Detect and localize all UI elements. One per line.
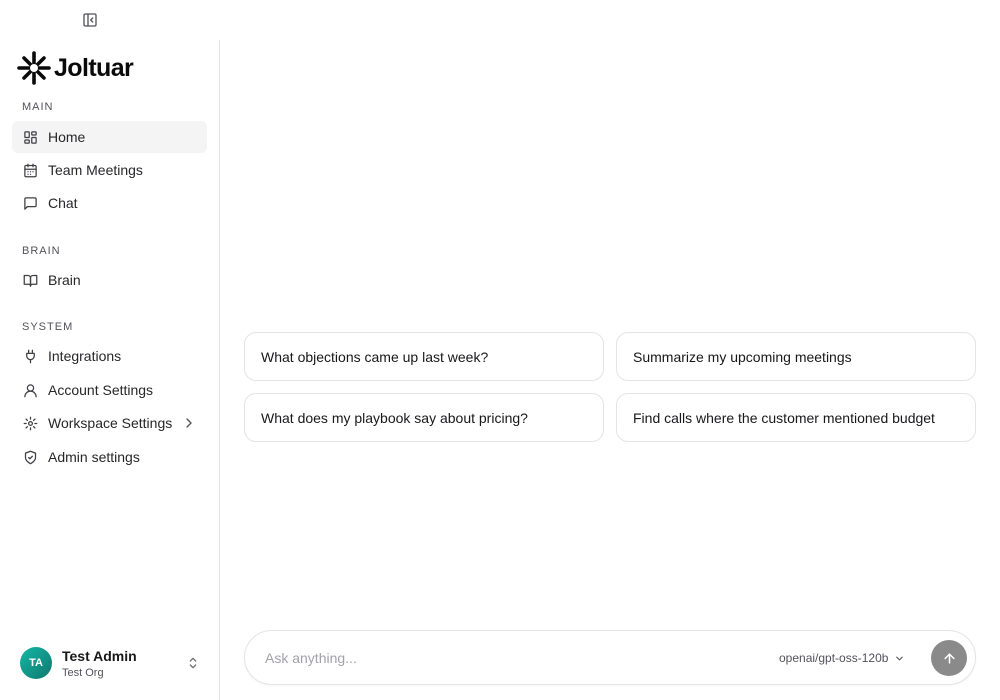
arrow-up-icon: [943, 652, 955, 664]
suggestion-card[interactable]: What objections came up last week?: [244, 332, 604, 381]
sidebar-item-label: Admin settings: [48, 449, 140, 465]
model-selector[interactable]: openai/gpt-oss-120b: [779, 649, 905, 667]
chevron-right-icon: [186, 418, 192, 428]
plug-icon: [22, 348, 38, 364]
user-name: Test Admin: [62, 647, 137, 664]
collapse-sidebar-button[interactable]: [80, 10, 100, 30]
message-square-icon: [22, 195, 38, 211]
sidebar-item-label: Brain: [48, 272, 81, 288]
sidebar-item-brain[interactable]: Brain: [12, 264, 207, 296]
sidebar-item-label: Account Settings: [48, 382, 154, 398]
sidebar-item-label: Integrations: [48, 348, 122, 364]
avatar: TA: [20, 647, 52, 679]
sidebar-item-integrations[interactable]: Integrations: [12, 340, 207, 372]
sidebar-item-admin-settings[interactable]: Admin settings: [12, 441, 207, 473]
sidebar-item-team-meetings[interactable]: Team Meetings: [12, 154, 207, 186]
sidebar-item-label: Home: [48, 129, 86, 145]
chevron-down-icon: [896, 656, 904, 660]
user-info: Test Admin Test Org: [62, 648, 137, 679]
section-label-brain: BRAIN: [22, 245, 61, 257]
sidebar: Joltuar MAIN Home Team Meetings Chat BRA…: [0, 40, 220, 700]
user-icon: [22, 382, 38, 398]
book-open-icon: [22, 272, 38, 288]
chevrons-up-down-icon: [189, 657, 197, 669]
gear-icon: [22, 415, 38, 431]
user-menu[interactable]: TA Test Admin Test Org: [12, 640, 207, 686]
logo-text: Joltuar: [54, 53, 134, 82]
sidebar-item-account-settings[interactable]: Account Settings: [12, 374, 207, 406]
logo-mark-icon: [17, 51, 51, 85]
chat-input[interactable]: [265, 647, 745, 669]
layout-grid-icon: [22, 129, 38, 145]
shield-check-icon: [22, 449, 38, 465]
model-name: openai/gpt-oss-120b: [779, 651, 889, 665]
sidebar-item-workspace-settings[interactable]: Workspace Settings: [12, 407, 207, 439]
chat-composer: openai/gpt-oss-120b: [244, 630, 976, 685]
calendar-icon: [22, 162, 38, 178]
suggestion-card[interactable]: Summarize my upcoming meetings: [616, 332, 976, 381]
sidebar-item-label: Team Meetings: [48, 162, 143, 178]
sidebar-item-home[interactable]: Home: [12, 121, 207, 153]
send-button[interactable]: [931, 640, 967, 676]
sidebar-item-label: Workspace Settings: [48, 415, 173, 431]
panel-left-icon: [83, 13, 97, 27]
user-org: Test Org: [62, 666, 104, 679]
logo[interactable]: Joltuar: [16, 49, 134, 87]
section-label-system: SYSTEM: [22, 321, 74, 333]
sidebar-item-chat[interactable]: Chat: [12, 187, 207, 219]
suggestion-card[interactable]: What does my playbook say about pricing?: [244, 393, 604, 442]
sidebar-item-label: Chat: [48, 195, 78, 211]
section-label-main: MAIN: [22, 101, 54, 113]
suggestion-card[interactable]: Find calls where the customer mentioned …: [616, 393, 976, 442]
